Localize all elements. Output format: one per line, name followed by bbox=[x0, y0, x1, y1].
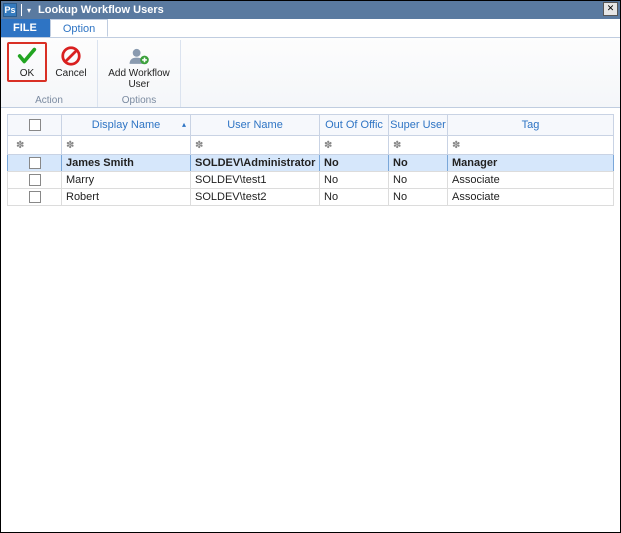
grid-header: Display Name ▴ User Name Out Of Offic Su… bbox=[7, 114, 614, 136]
cell-user-name: SOLDEV\Administrator bbox=[190, 154, 320, 172]
filter-cell-checkbox[interactable]: ✽ bbox=[7, 135, 62, 155]
sort-asc-icon: ▴ bbox=[182, 120, 186, 129]
col-header-user-name[interactable]: User Name bbox=[190, 114, 320, 136]
add-workflow-user-label: Add Workflow User bbox=[107, 68, 171, 90]
filter-cell-display-name[interactable]: ✽ bbox=[61, 135, 191, 155]
header-checkbox[interactable] bbox=[29, 119, 41, 131]
cell-tag: Associate bbox=[447, 188, 614, 206]
filter-cell-user-name[interactable]: ✽ bbox=[190, 135, 320, 155]
filter-cell-out-of-office[interactable]: ✽ bbox=[319, 135, 389, 155]
table-row[interactable]: James SmithSOLDEV\AdministratorNoNoManag… bbox=[7, 155, 614, 172]
row-checkbox[interactable] bbox=[29, 191, 41, 203]
filter-icon: ✽ bbox=[393, 140, 401, 151]
cell-display-name: Robert bbox=[61, 188, 191, 206]
cell-super-user: No bbox=[388, 154, 448, 172]
col-header-tag[interactable]: Tag bbox=[447, 114, 614, 136]
cell-out-of-office: No bbox=[319, 188, 389, 206]
cancel-icon bbox=[60, 45, 82, 67]
cell-super-user: No bbox=[388, 171, 448, 189]
cell-user-name: SOLDEV\test2 bbox=[190, 188, 320, 206]
users-grid: Display Name ▴ User Name Out Of Offic Su… bbox=[7, 114, 614, 206]
grid-area: Display Name ▴ User Name Out Of Offic Su… bbox=[1, 108, 620, 532]
group-label-options: Options bbox=[104, 95, 174, 107]
cell-user-name: SOLDEV\test1 bbox=[190, 171, 320, 189]
row-checkbox-cell[interactable] bbox=[7, 188, 62, 206]
ribbon-buttons-action: OK Cancel bbox=[7, 40, 91, 95]
ribbon-group-options: Add Workflow User Options bbox=[98, 40, 181, 107]
ok-button[interactable]: OK bbox=[7, 42, 47, 82]
qat-dropdown-icon[interactable]: ▾ bbox=[27, 6, 31, 15]
titlebar: Ps ▾ Lookup Workflow Users ✕ bbox=[1, 1, 620, 19]
filter-icon: ✽ bbox=[195, 140, 203, 151]
check-icon bbox=[16, 45, 38, 67]
add-user-icon bbox=[128, 45, 150, 67]
filter-icon: ✽ bbox=[452, 140, 460, 151]
tab-option[interactable]: Option bbox=[50, 19, 108, 37]
filter-icon: ✽ bbox=[16, 140, 24, 151]
cell-super-user: No bbox=[388, 188, 448, 206]
col-header-checkbox[interactable] bbox=[7, 114, 62, 136]
grid-rows: James SmithSOLDEV\AdministratorNoNoManag… bbox=[7, 155, 614, 206]
col-header-out-of-office[interactable]: Out Of Offic bbox=[319, 114, 389, 136]
filter-cell-tag[interactable]: ✽ bbox=[447, 135, 614, 155]
cell-display-name: James Smith bbox=[61, 154, 191, 172]
filter-icon: ✽ bbox=[66, 140, 74, 151]
cancel-button[interactable]: Cancel bbox=[51, 42, 91, 82]
app-glyph: Ps bbox=[4, 5, 15, 15]
cell-display-name: Marry bbox=[61, 171, 191, 189]
grid-filter-row: ✽ ✽ ✽ ✽ ✽ ✽ bbox=[7, 136, 614, 155]
cell-tag: Manager bbox=[447, 154, 614, 172]
cell-tag: Associate bbox=[447, 171, 614, 189]
cell-out-of-office: No bbox=[319, 154, 389, 172]
ok-label: OK bbox=[20, 68, 34, 79]
row-checkbox[interactable] bbox=[29, 174, 41, 186]
filter-icon: ✽ bbox=[324, 140, 332, 151]
close-button[interactable]: ✕ bbox=[603, 2, 618, 16]
app-window: Ps ▾ Lookup Workflow Users ✕ FILE Option… bbox=[0, 0, 621, 533]
ribbon-buttons-options: Add Workflow User bbox=[104, 40, 174, 95]
tab-file[interactable]: FILE bbox=[1, 19, 50, 37]
group-label-action: Action bbox=[7, 95, 91, 107]
filter-cell-super-user[interactable]: ✽ bbox=[388, 135, 448, 155]
add-workflow-user-button[interactable]: Add Workflow User bbox=[104, 42, 174, 93]
row-checkbox-cell[interactable] bbox=[7, 171, 62, 189]
window-title: Lookup Workflow Users bbox=[38, 4, 164, 16]
ribbon: OK Cancel Action bbox=[1, 38, 620, 108]
cell-out-of-office: No bbox=[319, 171, 389, 189]
col-header-super-user[interactable]: Super User bbox=[388, 114, 448, 136]
table-row[interactable]: RobertSOLDEV\test2NoNoAssociate bbox=[7, 189, 614, 206]
row-checkbox[interactable] bbox=[29, 157, 41, 169]
col-header-display-name[interactable]: Display Name ▴ bbox=[61, 114, 191, 136]
row-checkbox-cell[interactable] bbox=[7, 154, 62, 172]
table-row[interactable]: MarrySOLDEV\test1NoNoAssociate bbox=[7, 172, 614, 189]
tabstrip: FILE Option bbox=[1, 19, 620, 38]
ribbon-group-action: OK Cancel Action bbox=[1, 40, 98, 107]
col-header-display-name-label: Display Name bbox=[92, 119, 160, 131]
cancel-label: Cancel bbox=[55, 68, 86, 79]
titlebar-sep bbox=[21, 4, 22, 16]
app-icon: Ps bbox=[3, 3, 17, 17]
